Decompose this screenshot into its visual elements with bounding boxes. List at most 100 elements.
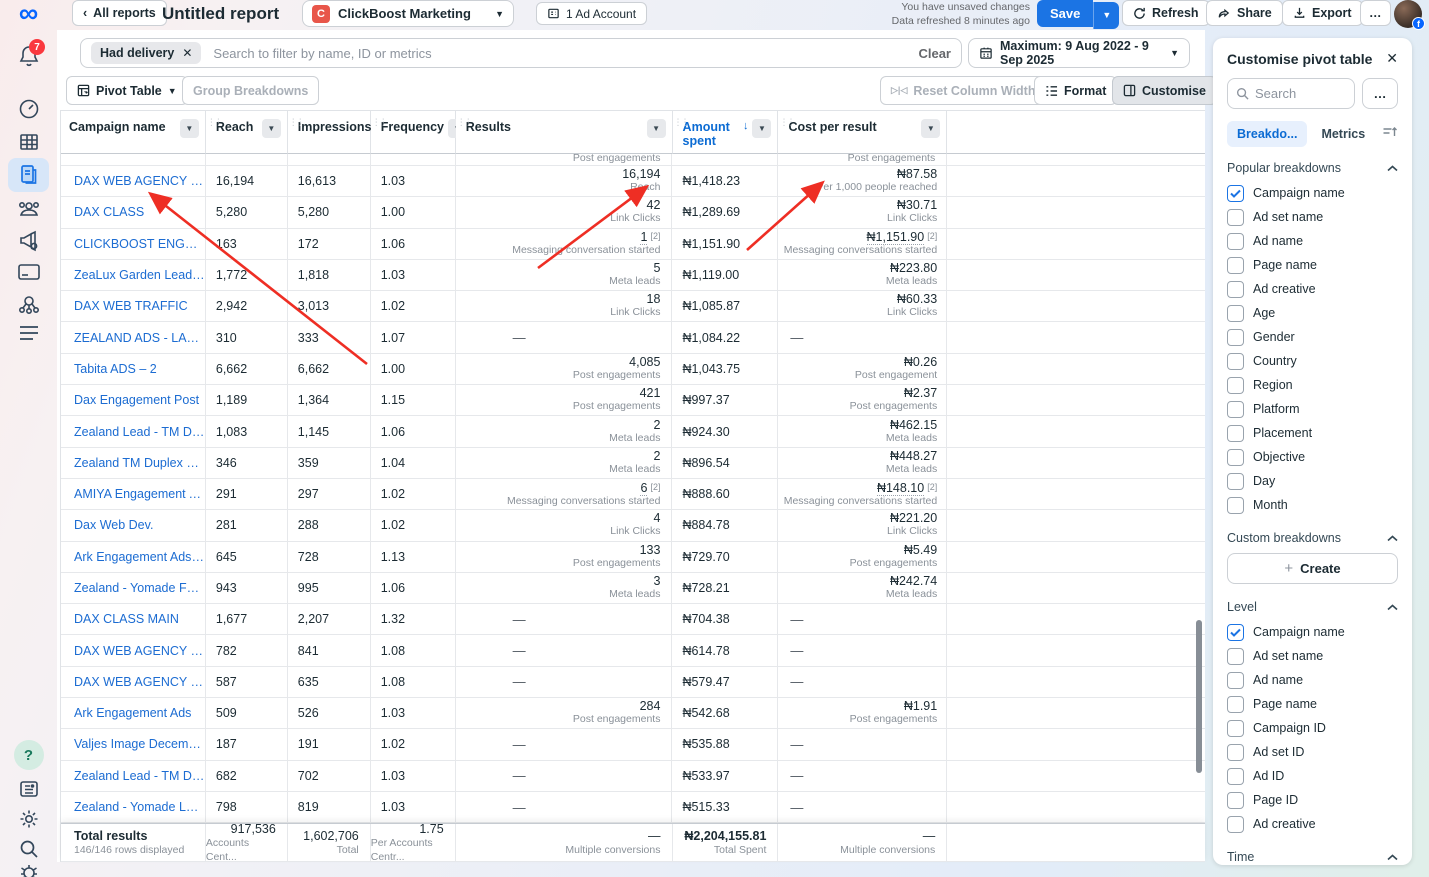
campaign-name-link[interactable]: Zealand Lead - TM Duple... [61, 425, 205, 439]
advertise-megaphone-icon[interactable] [0, 229, 57, 253]
save-dropdown-button[interactable]: ▼ [1093, 2, 1119, 29]
checkbox-icon[interactable] [1227, 792, 1244, 809]
clear-filters-button[interactable]: Clear [918, 46, 951, 61]
vertical-scrollbar[interactable] [1196, 620, 1202, 773]
breakdown-country[interactable]: Country [1227, 349, 1398, 373]
drag-handle-icon[interactable]: ⋮⋮ [674, 119, 688, 126]
level-page-name[interactable]: Page name [1227, 692, 1398, 716]
column-menu-icon[interactable]: ▼ [180, 119, 199, 138]
reorder-icon[interactable] [1382, 125, 1398, 144]
campaign-name-link[interactable]: DAX WEB AGENCY – TR... [61, 644, 205, 658]
checkbox-checked-icon[interactable] [1227, 185, 1244, 202]
billing-card-icon[interactable] [0, 262, 57, 282]
breakdown-platform[interactable]: Platform [1227, 397, 1398, 421]
checkbox-icon[interactable] [1227, 720, 1244, 737]
drag-handle-icon[interactable]: ⋮⋮ [207, 119, 221, 126]
column-menu-icon[interactable]: ▼ [647, 119, 666, 138]
account-overview-icon[interactable] [0, 98, 57, 120]
tab-breakdowns[interactable]: Breakdo... [1227, 121, 1307, 147]
group-breakdowns-button[interactable]: Group Breakdowns [182, 76, 319, 105]
checkbox-icon[interactable] [1227, 257, 1244, 274]
view-type-dropdown[interactable]: Pivot Table ▼ [66, 76, 188, 105]
level-campaign-id[interactable]: Campaign ID [1227, 716, 1398, 740]
breakdown-region[interactable]: Region [1227, 373, 1398, 397]
campaign-name-link[interactable]: DAX CLASS MAIN [61, 612, 205, 626]
breakdown-ad-creative[interactable]: Ad creative [1227, 277, 1398, 301]
checkbox-icon[interactable] [1227, 401, 1244, 418]
all-reports-back-button[interactable]: ‹ All reports [72, 0, 167, 26]
campaign-name-link[interactable]: Ark Engagement Ads – C... [61, 550, 205, 564]
checkbox-icon[interactable] [1227, 329, 1244, 346]
section-custom-breakdowns[interactable]: Custom breakdowns [1227, 531, 1398, 545]
format-button[interactable]: Format [1034, 76, 1117, 105]
create-custom-breakdown-button[interactable]: + Create [1227, 553, 1398, 584]
more-actions-button[interactable]: … [1360, 0, 1391, 26]
campaign-name-link[interactable]: Ark Engagement Ads [61, 706, 205, 720]
column-menu-icon[interactable]: ▼ [921, 119, 940, 138]
checkbox-icon[interactable] [1227, 816, 1244, 833]
settings-gear-icon[interactable] [0, 808, 57, 830]
column-menu-icon[interactable]: ▼ [262, 119, 281, 138]
export-button[interactable]: Export [1282, 0, 1363, 26]
checkbox-icon[interactable] [1227, 696, 1244, 713]
tab-metrics[interactable]: Metrics [1311, 121, 1375, 147]
checkbox-icon[interactable] [1227, 744, 1244, 761]
campaign-name-link[interactable]: DAX CLASS [61, 205, 205, 219]
column-header[interactable]: ⋮⋮Results▼ [456, 111, 673, 154]
drag-handle-icon[interactable]: ⋮⋮ [457, 119, 471, 126]
checkbox-icon[interactable] [1227, 377, 1244, 394]
close-panel-icon[interactable]: ✕ [1386, 50, 1398, 67]
breakdown-gender[interactable]: Gender [1227, 325, 1398, 349]
level-ad-id[interactable]: Ad ID [1227, 764, 1398, 788]
breakdown-page-name[interactable]: Page name [1227, 253, 1398, 277]
checkbox-icon[interactable] [1227, 281, 1244, 298]
campaign-name-link[interactable]: ZEALAND ADS - LANDS... [61, 331, 205, 345]
breakdown-month[interactable]: Month [1227, 493, 1398, 517]
campaigns-table-icon[interactable] [0, 131, 57, 153]
column-menu-icon[interactable]: ▼ [752, 119, 771, 138]
section-time[interactable]: Time [1227, 850, 1398, 864]
business-selector-dropdown[interactable]: C ClickBoost Marketing ▼ [302, 0, 514, 27]
breakdown-campaign-name[interactable]: Campaign name [1227, 181, 1398, 205]
audiences-icon[interactable] [0, 198, 57, 220]
campaign-name-link[interactable]: Dax Engagement Post [61, 393, 205, 407]
customise-button[interactable]: Customise [1112, 76, 1217, 105]
whats-new-icon[interactable] [0, 779, 57, 799]
campaign-name-link[interactable]: DAX WEB AGENCY - SA... [61, 675, 205, 689]
checkbox-checked-icon[interactable] [1227, 624, 1244, 641]
level-ad-set-id[interactable]: Ad set ID [1227, 740, 1398, 764]
remove-filter-icon[interactable]: ✕ [182, 46, 192, 60]
breakdown-day[interactable]: Day [1227, 469, 1398, 493]
breakdown-placement[interactable]: Placement [1227, 421, 1398, 445]
reset-column-widths-button[interactable]: ▷|◁ Reset Column Widths [880, 76, 1053, 105]
meta-logo-icon[interactable]: ∞ [0, 1, 57, 25]
checkbox-icon[interactable] [1227, 353, 1244, 370]
column-header[interactable]: ⋮⋮Amount spent↓▼ [673, 111, 779, 154]
campaign-name-link[interactable]: Zealand - Yomade Fesh L... [61, 581, 205, 595]
filter-chip-had-delivery[interactable]: Had delivery ✕ [91, 42, 201, 64]
save-button[interactable]: Save [1037, 0, 1093, 27]
breakdown-ad-set-name[interactable]: Ad set name [1227, 205, 1398, 229]
checkbox-icon[interactable] [1227, 473, 1244, 490]
campaign-name-link[interactable]: Valjes Image December ... [61, 737, 205, 751]
campaign-name-link[interactable]: DAX WEB AGENCY – Aw... [61, 174, 205, 188]
share-button[interactable]: Share [1206, 0, 1283, 26]
drag-handle-icon[interactable]: ⋮⋮ [779, 119, 793, 126]
checkbox-icon[interactable] [1227, 672, 1244, 689]
section-popular-breakdowns[interactable]: Popular breakdowns [1227, 161, 1398, 175]
level-ad-set-name[interactable]: Ad set name [1227, 644, 1398, 668]
breakdown-age[interactable]: Age [1227, 301, 1398, 325]
level-page-id[interactable]: Page ID [1227, 788, 1398, 812]
drag-handle-icon[interactable]: ⋮⋮ [289, 119, 303, 126]
checkbox-icon[interactable] [1227, 648, 1244, 665]
profile-avatar[interactable]: f [1394, 0, 1422, 28]
column-header[interactable]: ⋮⋮Frequency▼ [371, 111, 456, 154]
campaign-name-link[interactable]: Zealand Lead - TM Duple... [61, 769, 205, 783]
help-icon[interactable]: ? [0, 740, 57, 770]
date-range-dropdown[interactable]: Maximum: 9 Aug 2022 - 9 Sep 2025 ▼ [968, 38, 1190, 68]
campaign-name-link[interactable]: Zealand TM Duplex Lead... [61, 456, 205, 470]
checkbox-icon[interactable] [1227, 233, 1244, 250]
column-header[interactable]: Campaign name▼ [61, 111, 206, 154]
ad-account-selector-button[interactable]: 1 Ad Account [536, 2, 647, 25]
report-bug-icon[interactable] [0, 861, 57, 877]
